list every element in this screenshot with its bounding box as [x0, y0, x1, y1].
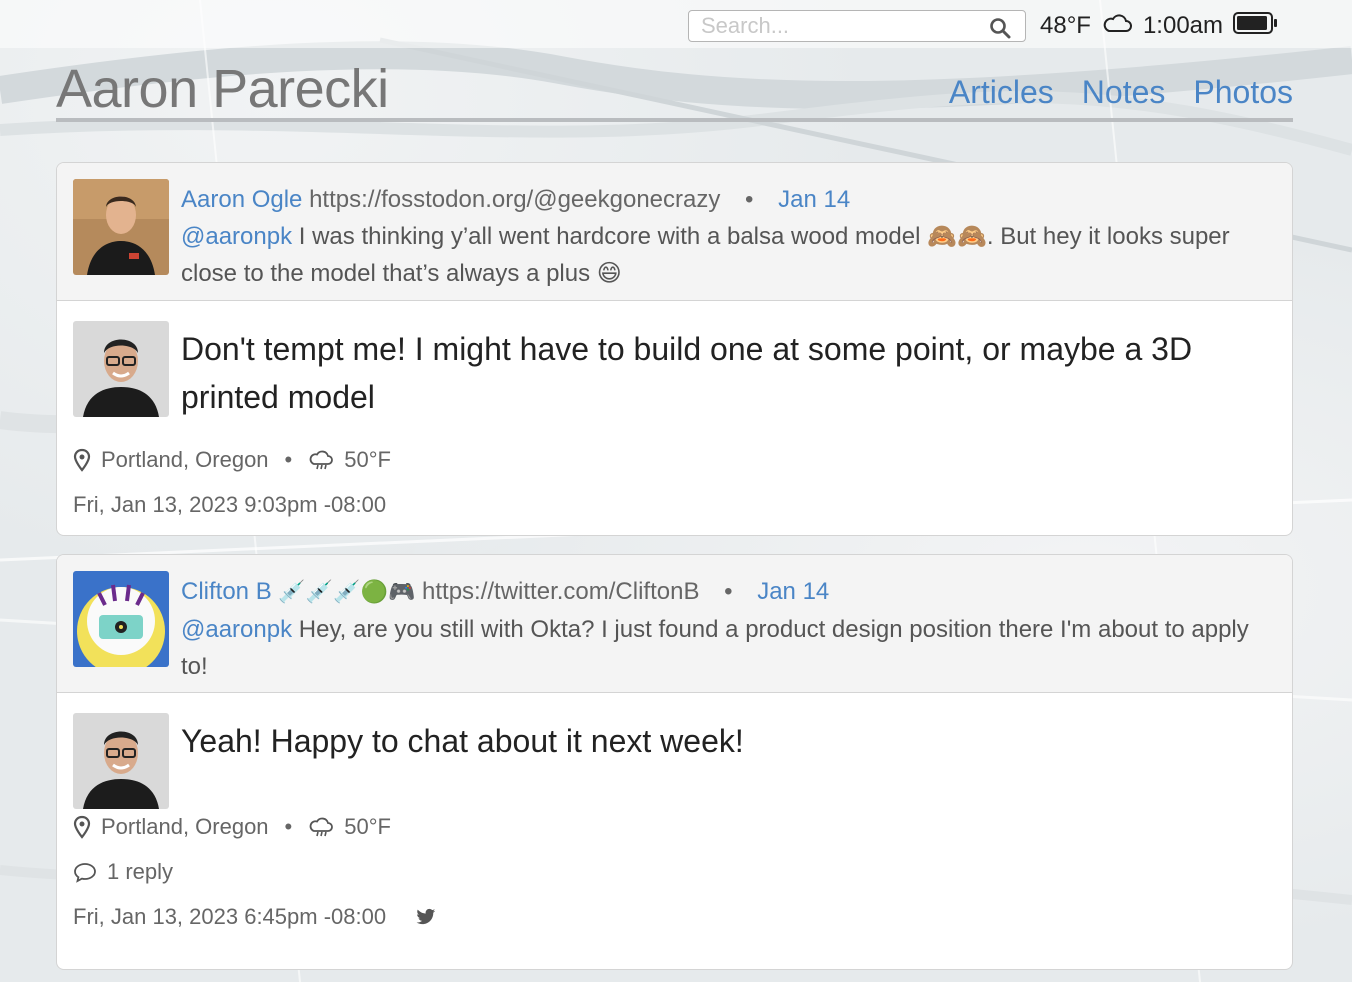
post-permalink[interactable]: Fri, Jan 13, 2023 6:45pm -08:00 — [73, 904, 386, 930]
nav-articles-link[interactable]: Articles — [949, 74, 1054, 111]
post-content: Yeah! Happy to chat about it next week! — [181, 723, 744, 759]
search-icon[interactable] — [989, 17, 1011, 44]
context-date-link[interactable]: Jan 14 — [757, 578, 829, 605]
context-text: @aaronpk Hey, are you still with Okta? I… — [181, 611, 1262, 685]
location-link[interactable]: Portland, Oregon — [101, 814, 269, 840]
clock-time: 1:00am — [1142, 12, 1224, 39]
replies-link[interactable]: 1 reply — [107, 859, 173, 885]
reply-context-body: Clifton B 💉💉💉🟢🎮 https://twitter.com/Clif… — [57, 555, 1292, 697]
author-avatar[interactable] — [73, 713, 169, 809]
nav-photos-link[interactable]: Photos — [1193, 74, 1293, 111]
comment-icon — [73, 861, 97, 883]
context-text: @aaronpk I was thinking y’all went hardc… — [181, 218, 1262, 292]
separator: • — [284, 447, 293, 472]
reply-context-header: Clifton B 💉💉💉🟢🎮 https://twitter.com/Clif… — [181, 573, 1262, 611]
cloud-icon — [1101, 11, 1133, 42]
context-author-link[interactable]: Clifton B — [181, 578, 272, 605]
reply-context-body: Aaron Ogle https://fosstodon.org/@geekgo… — [57, 163, 1292, 304]
post-card: Clifton B 💉💉💉🟢🎮 https://twitter.com/Clif… — [56, 554, 1293, 970]
site-title[interactable]: Aaron Parecki — [56, 58, 389, 120]
post-body: Yeah! Happy to chat about it next week! … — [57, 693, 1292, 932]
status-bar: 48°F 1:00am — [1040, 10, 1279, 42]
context-author-url[interactable]: https://twitter.com/CliftonB — [422, 578, 699, 605]
post-timestamp-line: Fri, Jan 13, 2023 6:45pm -08:00 — [73, 902, 1276, 932]
post-card: Aaron Ogle https://fosstodon.org/@geekgo… — [56, 162, 1293, 536]
post-location-line: Portland, Oregon • 50°F — [73, 812, 1276, 842]
separator: • — [724, 578, 733, 605]
temperature-readout: 48°F — [1040, 12, 1091, 39]
context-author-url[interactable]: https://fosstodon.org/@geekgonecrazy — [309, 186, 720, 213]
search-box[interactable] — [688, 10, 1026, 42]
post-timestamp-line: Fri, Jan 13, 2023 9:03pm -08:00 — [73, 490, 1276, 520]
location-link[interactable]: Portland, Oregon — [101, 447, 269, 473]
author-emoji: 💉💉💉🟢🎮 — [278, 580, 416, 605]
post-permalink[interactable]: Fri, Jan 13, 2023 9:03pm -08:00 — [73, 492, 386, 518]
nav-notes-link[interactable]: Notes — [1082, 74, 1166, 111]
avatar[interactable] — [73, 179, 169, 275]
weather-readout: 50°F — [344, 447, 391, 472]
mention-link[interactable]: @aaronpk — [181, 223, 292, 250]
battery-icon — [1233, 11, 1279, 42]
separator: • — [745, 186, 754, 213]
cloud-rain-icon — [308, 816, 334, 838]
post-body: Don't tempt me! I might have to build on… — [57, 301, 1292, 520]
context-author-link[interactable]: Aaron Ogle — [181, 186, 302, 213]
search-input[interactable] — [689, 11, 979, 41]
context-content: I was thinking y’all went hardcore with … — [181, 223, 1230, 287]
reply-context: Clifton B 💉💉💉🟢🎮 https://twitter.com/Clif… — [57, 555, 1292, 693]
context-content: Hey, are you still with Okta? I just fou… — [181, 616, 1249, 680]
separator: • — [284, 814, 293, 839]
main-nav: Articles Notes Photos — [949, 74, 1293, 111]
context-date-link[interactable]: Jan 14 — [778, 186, 850, 213]
twitter-icon[interactable] — [416, 908, 436, 926]
top-bar: 48°F 1:00am — [0, 0, 1352, 48]
weather-readout: 50°F — [344, 814, 391, 839]
post-location-line: Portland, Oregon • 50°F — [73, 445, 1276, 475]
mention-link[interactable]: @aaronpk — [181, 616, 292, 643]
post-content: Don't tempt me! I might have to build on… — [181, 331, 1193, 415]
post-replies-line: 1 reply — [73, 857, 1276, 887]
map-pin-icon — [73, 448, 91, 472]
avatar[interactable] — [73, 571, 169, 667]
map-pin-icon — [73, 815, 91, 839]
reply-context-header: Aaron Ogle https://fosstodon.org/@geekgo… — [181, 181, 1262, 218]
cloud-rain-icon — [308, 449, 334, 471]
site-header: Aaron Parecki Articles Notes Photos — [56, 58, 1293, 122]
reply-context: Aaron Ogle https://fosstodon.org/@geekgo… — [57, 163, 1292, 301]
author-avatar[interactable] — [73, 321, 169, 417]
